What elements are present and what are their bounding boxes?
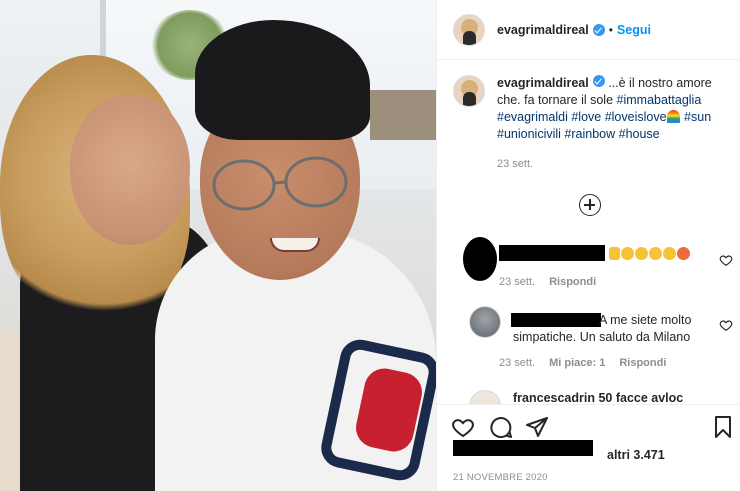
comment-item: A me siete molto simpatiche. Un saluto d… [453,304,733,374]
comment-meta: 23 sett. Rispondi [499,276,596,288]
bookmark-icon[interactable] [711,415,735,439]
caption-username[interactable]: evagrimaldireal [497,76,589,90]
hashtag-sun[interactable]: #sun [684,110,711,124]
author-avatar[interactable] [453,13,485,46]
plus-circle-icon[interactable] [579,194,601,216]
photo-person-left-face [70,95,190,245]
post-header: evagrimaldireal • Segui [437,0,740,60]
hashtag-loveislove[interactable]: #loveislove [601,110,667,124]
comment-avatar[interactable] [469,390,501,404]
grin-emoji-icon [635,247,648,260]
hashtag-love[interactable]: #love [568,110,601,124]
post-photo[interactable] [0,0,436,491]
comment-date: 23 sett. [499,357,536,369]
comment-date: 23 sett. [499,276,536,288]
comment-item: 23 sett. Rispondi [453,234,733,294]
hashtag-rainbow[interactable]: #rainbow [561,127,615,141]
comment-avatar[interactable] [469,306,501,338]
rainbow-emoji-icon [666,110,680,123]
caption-verified-icon [592,75,605,87]
comment-item: francescadrin 50 facce avloc [453,388,733,404]
wink-emoji-icon [649,247,662,260]
comment-meta: 23 sett. Mi piace: 1 Rispondi [499,357,666,369]
kiss-emoji-icon [663,247,676,260]
thumbs-up-emoji-icon [609,247,620,260]
comment-text: francescadrin 50 facce avloc [513,391,684,404]
comment-heart-icon[interactable] [719,318,733,332]
heart-icon[interactable] [451,415,475,439]
hashtag-unionicivili[interactable]: #unionicivili [497,127,561,141]
caption-text: evagrimaldireal ...è il nostro amore che… [497,75,729,143]
photo-glasses [212,156,348,211]
header-separator: • [608,22,613,37]
post-caption: evagrimaldireal ...è il nostro amore che… [453,75,733,143]
comment-text: A me siete molto simpatiche. Un saluto d… [513,313,692,344]
comment-likes[interactable]: Mi piace: 1 [549,357,605,369]
redacted-username [499,245,605,261]
heart-eyes-emoji-icon [677,247,690,260]
hashtag-immabattaglia[interactable]: #immabattaglia [617,93,702,107]
comment-heart-icon[interactable] [719,253,733,267]
smile-emoji-icon [621,247,634,260]
hashtag-house[interactable]: #house [615,127,660,141]
author-username[interactable]: evagrimaldireal [497,23,589,37]
caption-date: 23 sett. [497,158,534,170]
likes-summary: altri 3.471 [453,440,665,462]
post-side-panel: evagrimaldireal • Segui evagrimaldireal … [436,0,740,491]
reply-button[interactable]: Rispondi [619,357,666,369]
comment-icon[interactable] [489,415,513,439]
caption-avatar[interactable] [453,75,485,107]
verified-icon [592,23,605,36]
hashtag-evagrimaldi[interactable]: #evagrimaldi [497,110,568,124]
follow-button[interactable]: Segui [617,23,651,37]
photo-background-deck [370,90,436,140]
comment-emojis [609,246,691,263]
comment-avatar[interactable] [463,237,497,281]
likes-count[interactable]: altri 3.471 [607,448,665,462]
photo-smile [270,238,320,252]
redacted-liker [453,440,593,456]
post-date: 21 NOVEMBRE 2020 [453,472,548,483]
share-icon[interactable] [525,415,549,439]
reply-button[interactable]: Rispondi [549,276,596,288]
